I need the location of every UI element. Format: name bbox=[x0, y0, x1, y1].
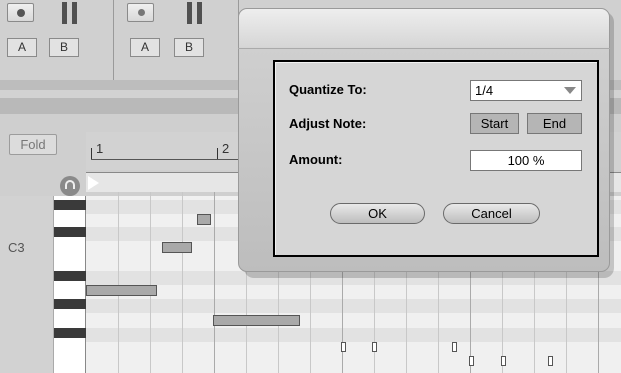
quantize-to-label: Quantize To: bbox=[289, 82, 367, 97]
pitch-label: C3 bbox=[8, 240, 25, 255]
crossfade-b-button[interactable]: B bbox=[174, 38, 204, 57]
velocity-marker[interactable] bbox=[501, 356, 506, 366]
crossfade-a-button[interactable]: A bbox=[130, 38, 160, 57]
grid-line bbox=[118, 192, 119, 373]
pitch-label-column bbox=[0, 196, 54, 373]
velocity-marker[interactable] bbox=[469, 356, 474, 366]
adjust-start-toggle[interactable]: Start bbox=[470, 113, 519, 134]
headphones-icon bbox=[65, 180, 75, 189]
grid-lane bbox=[86, 299, 621, 313]
dialog-title-divider bbox=[238, 48, 610, 49]
ruler-bar-1: 1 bbox=[96, 141, 104, 156]
cancel-button[interactable]: Cancel bbox=[443, 203, 540, 224]
adjust-end-toggle[interactable]: End bbox=[527, 113, 582, 134]
midi-note[interactable] bbox=[162, 242, 192, 253]
quantize-to-value: 1/4 bbox=[475, 83, 494, 98]
ruler-bar-2: 2 bbox=[222, 141, 230, 156]
grid-line bbox=[150, 192, 151, 373]
crossfade-a-button[interactable]: A bbox=[7, 38, 37, 57]
ruler-baseline bbox=[91, 159, 251, 160]
fold-button[interactable]: Fold bbox=[9, 134, 57, 155]
crossfade-b-button[interactable]: B bbox=[49, 38, 79, 57]
velocity-marker[interactable] bbox=[372, 342, 377, 352]
midi-note[interactable] bbox=[197, 214, 211, 225]
black-key[interactable] bbox=[54, 271, 86, 281]
piano-keyboard[interactable] bbox=[54, 196, 86, 373]
column-divider bbox=[113, 0, 114, 80]
velocity-marker[interactable] bbox=[548, 356, 553, 366]
velocity-marker[interactable] bbox=[452, 342, 457, 352]
preview-headphones-button[interactable] bbox=[60, 176, 80, 196]
chevron-down-icon bbox=[564, 81, 581, 100]
play-marker-icon[interactable] bbox=[88, 176, 99, 190]
grid-lane bbox=[86, 328, 621, 342]
quantize-to-select[interactable]: 1/4 bbox=[470, 80, 582, 101]
device-button[interactable] bbox=[127, 3, 154, 22]
black-key[interactable] bbox=[54, 328, 86, 338]
amount-field[interactable]: 100 % bbox=[470, 150, 582, 171]
device-icon bbox=[138, 9, 145, 16]
midi-note[interactable] bbox=[213, 315, 300, 326]
black-key[interactable] bbox=[54, 200, 86, 210]
grid-line bbox=[214, 192, 215, 373]
pause-icon[interactable] bbox=[62, 2, 78, 24]
adjust-note-label: Adjust Note: bbox=[289, 116, 367, 131]
record-icon bbox=[17, 9, 25, 17]
pause-icon[interactable] bbox=[187, 2, 203, 24]
ok-button[interactable]: OK bbox=[330, 203, 425, 224]
black-key[interactable] bbox=[54, 227, 86, 237]
grid-line bbox=[182, 192, 183, 373]
velocity-marker[interactable] bbox=[341, 342, 346, 352]
black-key[interactable] bbox=[54, 299, 86, 309]
record-button[interactable] bbox=[7, 3, 34, 22]
midi-note[interactable] bbox=[86, 285, 157, 296]
amount-label: Amount: bbox=[289, 152, 343, 167]
